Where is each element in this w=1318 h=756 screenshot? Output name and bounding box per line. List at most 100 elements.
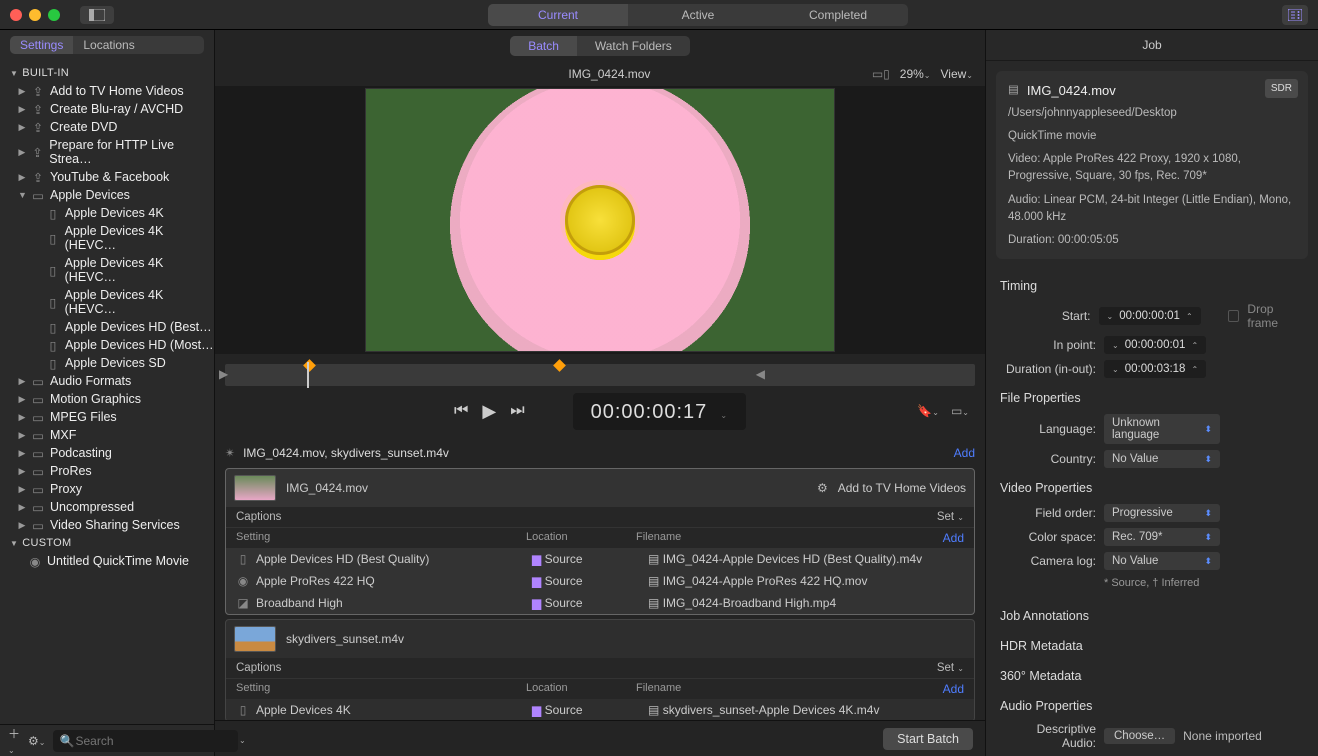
- marker-menu-button[interactable]: 🔖⌄: [917, 404, 939, 418]
- captions-set-menu[interactable]: Set ⌄: [937, 511, 964, 523]
- add-preset-button[interactable]: ＋⌄: [8, 725, 20, 756]
- preview-header: IMG_0424.mov ▭▯ 29%⌄ View⌄: [215, 62, 985, 86]
- zoom-menu[interactable]: 29%⌄: [900, 67, 931, 81]
- timeline[interactable]: ▶ ◀: [225, 364, 975, 386]
- preset-group[interactable]: ▶▭Proxy: [0, 480, 214, 498]
- preset-group[interactable]: ▶▭ProRes: [0, 462, 214, 480]
- captions-set-menu[interactable]: Set ⌄: [937, 662, 964, 674]
- preset-group[interactable]: ▶⇪Add to TV Home Videos: [0, 82, 214, 100]
- preset-group[interactable]: ▶▭Motion Graphics: [0, 390, 214, 408]
- preset-group[interactable]: ▶⇪Prepare for HTTP Live Strea…: [0, 136, 214, 168]
- prev-button[interactable]: ⏮: [454, 402, 468, 420]
- choose-audio-button[interactable]: Choose…: [1104, 728, 1175, 744]
- section-job-annotations[interactable]: Job Annotations: [986, 599, 1318, 629]
- timecode-display[interactable]: 00:00:00:17 ⌄: [573, 393, 746, 430]
- inspector-title: Job: [986, 30, 1318, 61]
- tree-section-custom[interactable]: ▼CUSTOM: [0, 534, 214, 552]
- section-360-metadata[interactable]: 360° Metadata: [986, 659, 1318, 689]
- in-handle[interactable]: ▶: [219, 367, 228, 381]
- batch-add-button[interactable]: Add: [954, 446, 975, 460]
- out-handle[interactable]: ◀: [756, 367, 765, 381]
- preset-item[interactable]: ▯Apple Devices 4K (HEVC…: [0, 286, 214, 318]
- playhead[interactable]: [307, 362, 309, 388]
- start-timecode[interactable]: ⌄00:00:00:01⌃: [1099, 307, 1201, 325]
- preset-item[interactable]: ▯Apple Devices SD: [0, 354, 214, 372]
- job-add-button[interactable]: Add: [943, 531, 964, 545]
- next-button[interactable]: ⏭: [510, 402, 524, 420]
- preset-group[interactable]: ▶▭Podcasting: [0, 444, 214, 462]
- search-input[interactable]: [53, 730, 238, 752]
- duration-timecode[interactable]: ⌄00:00:03:18⌃: [1104, 360, 1206, 378]
- preset-group[interactable]: ▶⇪Create Blu-ray / AVCHD: [0, 100, 214, 118]
- preset-group[interactable]: ▶▭Uncompressed: [0, 498, 214, 516]
- close-window-button[interactable]: [10, 9, 22, 21]
- camera-log-select[interactable]: No Value⬍: [1104, 552, 1220, 570]
- preview-filename: IMG_0424.mov: [347, 67, 872, 81]
- view-menu[interactable]: View⌄: [941, 67, 974, 81]
- preset-group[interactable]: ▶⇪YouTube & Facebook: [0, 168, 214, 186]
- preset-group[interactable]: ▶▭MPEG Files: [0, 408, 214, 426]
- preset-custom-item[interactable]: ◉Untitled QuickTime Movie: [0, 552, 214, 570]
- job-add-button[interactable]: Add: [943, 682, 964, 696]
- movie-icon: ◉: [28, 554, 42, 568]
- job-filename: IMG_0424.mov: [286, 481, 807, 495]
- tab-watch-folders[interactable]: Watch Folders: [577, 36, 690, 56]
- section-audio-properties[interactable]: Audio Properties: [986, 689, 1318, 719]
- country-select[interactable]: No Value⬍: [1104, 450, 1220, 468]
- start-label: Start:: [1000, 309, 1091, 323]
- job-card[interactable]: IMG_0424.mov ⚙ Add to TV Home Videos Cap…: [225, 468, 975, 615]
- overlay-menu-button[interactable]: ▭⌄: [951, 404, 969, 418]
- tab-locations[interactable]: Locations: [73, 36, 144, 54]
- inspector-toggle-button[interactable]: [1282, 5, 1308, 25]
- action-menu-button[interactable]: ⚙⌄: [28, 734, 45, 748]
- output-row[interactable]: ◉Apple ProRes 422 HQ ▆ Source ▤ IMG_0424…: [226, 570, 974, 592]
- preset-item[interactable]: ▯Apple Devices 4K (HEVC…: [0, 222, 214, 254]
- preset-group[interactable]: ▶▭Video Sharing Services: [0, 516, 214, 534]
- output-row[interactable]: ▯Apple Devices HD (Best Quality) ▆ Sourc…: [226, 548, 974, 570]
- section-video-properties: Video Properties: [986, 471, 1318, 501]
- output-row[interactable]: ▯Apple Devices 4K ▆ Source ▤ skydivers_s…: [226, 699, 974, 720]
- preview-frame: [365, 88, 835, 352]
- col-setting: Setting: [236, 682, 526, 696]
- drop-frame-checkbox[interactable]: [1228, 310, 1239, 322]
- center-tabs: Batch Watch Folders: [510, 36, 690, 56]
- sidebar-toggle-button[interactable]: [80, 6, 114, 24]
- section-hdr-metadata[interactable]: HDR Metadata: [986, 629, 1318, 659]
- tab-active[interactable]: Active: [628, 4, 768, 26]
- language-select[interactable]: Unknown language⬍: [1104, 414, 1220, 444]
- compare-icon[interactable]: ▭▯: [872, 67, 890, 81]
- zoom-window-button[interactable]: [48, 9, 60, 21]
- tab-settings[interactable]: Settings: [10, 36, 73, 54]
- drop-frame-label: Drop frame: [1247, 302, 1304, 330]
- preset-item[interactable]: ▯Apple Devices HD (Best…: [0, 318, 214, 336]
- preset-group[interactable]: ▶▭Audio Formats: [0, 372, 214, 390]
- preset-item[interactable]: ▯Apple Devices 4K: [0, 204, 214, 222]
- field-order-select[interactable]: Progressive⬍: [1104, 504, 1220, 522]
- sdr-badge: SDR: [1265, 79, 1298, 98]
- job-destination[interactable]: Add to TV Home Videos: [838, 481, 966, 495]
- color-space-select[interactable]: Rec. 709*⬍: [1104, 528, 1220, 546]
- tree-section-builtin[interactable]: ▼BUILT-IN: [0, 64, 214, 82]
- tab-current[interactable]: Current: [488, 4, 628, 26]
- tab-completed[interactable]: Completed: [768, 4, 908, 26]
- preset-group-apple-devices[interactable]: ▼▭Apple Devices: [0, 186, 214, 204]
- preset-group[interactable]: ▶▭MXF: [0, 426, 214, 444]
- output-row[interactable]: ◪Broadband High ▆ Source ▤ IMG_0424-Broa…: [226, 592, 974, 614]
- preset-group[interactable]: ▶⇪Create DVD: [0, 118, 214, 136]
- sidebar-tabs: Settings Locations: [10, 36, 204, 54]
- transport-controls: ⏮ ▶ ⏭ 00:00:00:17 ⌄ 🔖⌄ ▭⌄: [215, 386, 985, 436]
- gear-icon[interactable]: ⚙: [817, 481, 828, 495]
- share-icon: ⇪: [31, 145, 45, 159]
- preview-viewport[interactable]: [215, 86, 985, 354]
- play-button[interactable]: ▶: [482, 401, 496, 422]
- inpoint-timecode[interactable]: ⌄00:00:00:01⌃: [1104, 336, 1206, 354]
- job-card[interactable]: skydivers_sunset.m4v CaptionsSet ⌄ Setti…: [225, 619, 975, 720]
- start-batch-button[interactable]: Start Batch: [883, 728, 973, 750]
- job-info-card: SDR ▤ IMG_0424.mov /Users/johnnyapplesee…: [996, 71, 1308, 259]
- preset-item[interactable]: ▯Apple Devices HD (Most…: [0, 336, 214, 354]
- preset-item[interactable]: ▯Apple Devices 4K (HEVC…: [0, 254, 214, 286]
- presets-tree[interactable]: ▼BUILT-IN ▶⇪Add to TV Home Videos ▶⇪Crea…: [0, 60, 214, 724]
- tab-batch[interactable]: Batch: [510, 36, 577, 56]
- minimize-window-button[interactable]: [29, 9, 41, 21]
- info-path: /Users/johnnyappleseed/Desktop: [1008, 105, 1296, 122]
